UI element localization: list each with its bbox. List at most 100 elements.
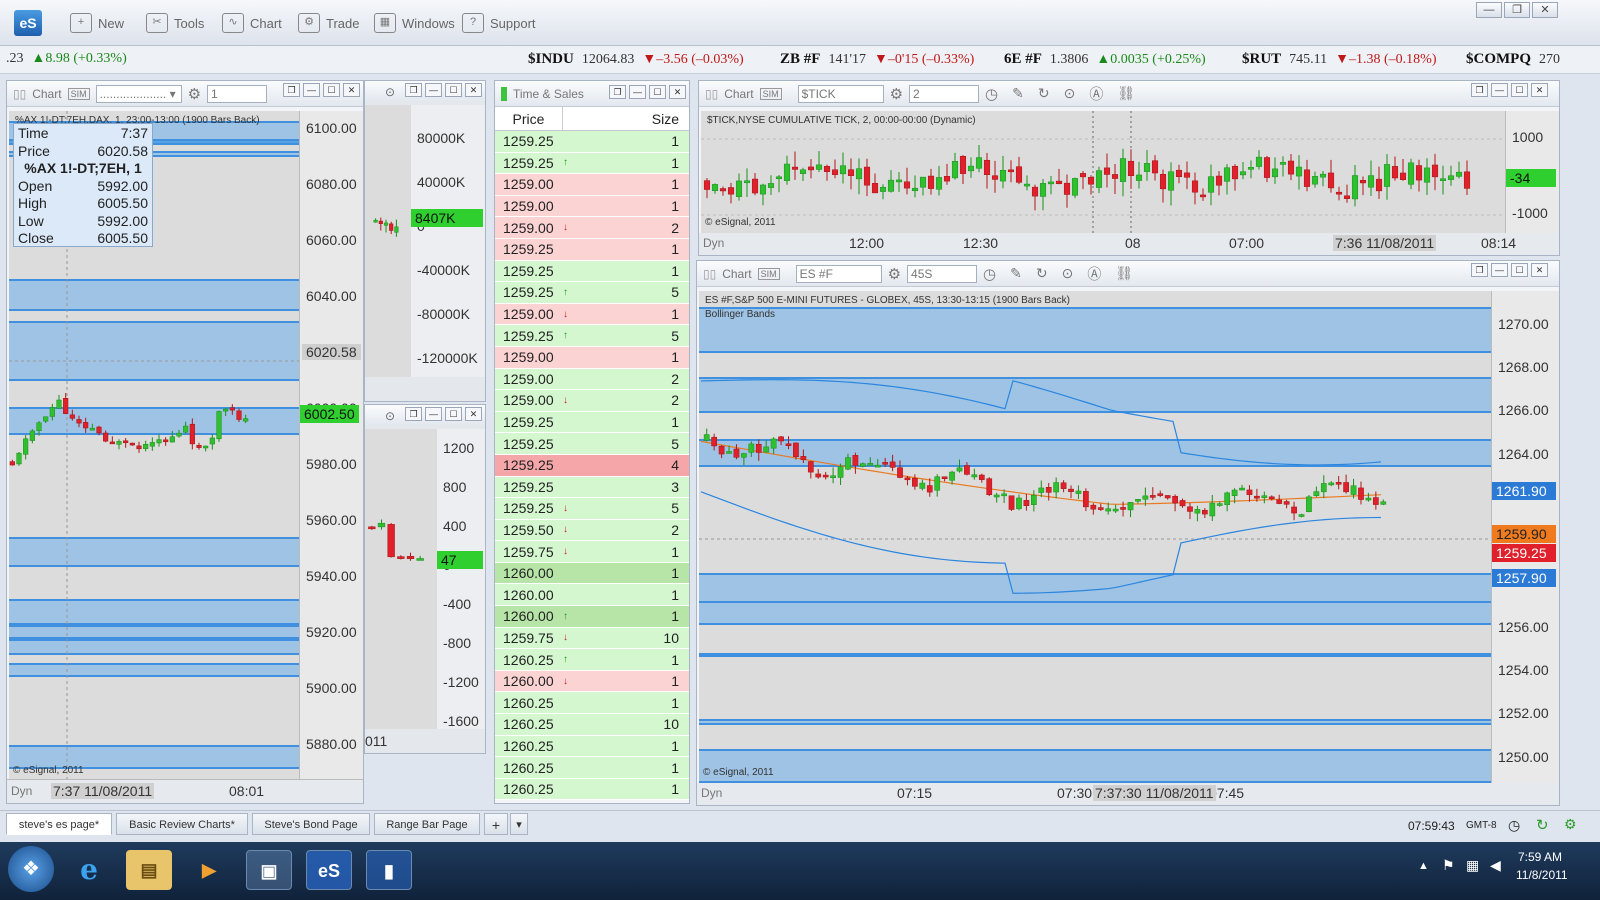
ticker-item[interactable]: $INDU 12064.83 ▼–3.56 (–0.03%) (528, 51, 744, 68)
esignal-task-icon[interactable]: eS (306, 850, 352, 890)
play-icon[interactable]: ⊙ (1064, 85, 1076, 102)
dax-price-plot[interactable]: %AX 1!-DT;7EH,DAX, 1, 23:00-13:00 (1900 … (9, 111, 299, 779)
ts-row[interactable]: 1259.25 4 (495, 454, 689, 477)
ts-row[interactable]: 1260.25 ↑ 1 (495, 649, 689, 671)
ts-row[interactable]: 1260.00 1 (495, 562, 689, 585)
page-dropdown-button[interactable]: ▾ (510, 813, 528, 835)
play-icon[interactable]: ⊙ (1062, 265, 1074, 282)
tick-indicator-plot[interactable] (365, 429, 437, 729)
ticker-item[interactable]: $RUT 745.11 ▼–1.38 (–0.18%) (1242, 51, 1437, 68)
price-column-header[interactable]: Price (495, 107, 563, 130)
link-button[interactable]: ❐ (1471, 83, 1488, 97)
text-tool-icon[interactable]: Ⓐ (1087, 264, 1101, 284)
link-tool-icon[interactable]: ⛓ (1115, 265, 1133, 282)
symbol-field[interactable]: .................... ▾ (95, 84, 182, 103)
text-tool-icon[interactable]: Ⓐ (1089, 84, 1103, 104)
symbol-field[interactable]: $TICK (797, 84, 884, 103)
internet-explorer-icon[interactable]: e (66, 850, 112, 890)
ts-row[interactable]: 1259.25 3 (495, 476, 689, 499)
replay-icon[interactable]: ⊙ (385, 409, 395, 423)
ts-row[interactable]: 1259.75 ↓ 10 (495, 627, 689, 650)
refresh-icon[interactable]: ↻ (1536, 816, 1549, 834)
interval-field[interactable]: 1 (207, 84, 268, 103)
remote-desktop-icon[interactable]: ▣ (246, 850, 292, 890)
panel-maximize-button[interactable]: ☐ (1511, 263, 1528, 277)
ts-row[interactable]: 1259.25 ↑ 5 (495, 282, 689, 304)
ts-row[interactable]: 1259.00 1 (495, 174, 689, 196)
es-price-axis[interactable]: 1270.00 1268.00 1266.00 1264.00 1256.00 1254.… (1491, 291, 1559, 783)
panel-close-button[interactable]: ✕ (1531, 263, 1548, 277)
page-tab[interactable]: steve's es page* (6, 813, 112, 835)
ts-row[interactable]: 1260.00 1 (495, 584, 689, 607)
page-tab[interactable]: Basic Review Charts* (116, 813, 248, 835)
ts-row[interactable]: 1259.75 ↓ 1 (495, 541, 689, 563)
start-button-icon[interactable]: ❖ (8, 846, 54, 892)
tick-link-button[interactable]: ❐ (405, 407, 422, 421)
minimize-button[interactable]: — (1476, 2, 1502, 18)
menu-tools[interactable]: ✂ Tools (146, 12, 204, 34)
panel-close-button[interactable]: ✕ (1531, 83, 1548, 97)
volume-maximize-button[interactable]: ☐ (445, 83, 462, 97)
tray-expand-icon[interactable]: ▲ (1418, 860, 1429, 872)
curve-icon[interactable]: ↻ (1038, 85, 1050, 102)
ts-row[interactable]: 1260.25 1 (495, 692, 689, 715)
ts-row[interactable]: 1259.25 1 (495, 131, 689, 153)
ts-row[interactable]: 1259.25 ↓ 5 (495, 498, 689, 520)
network-icon[interactable]: ▦ (1466, 857, 1479, 874)
ts-row[interactable]: 1259.00 ↓ 1 (495, 303, 689, 326)
ts-row[interactable]: 1259.25 ↑ 1 (495, 152, 689, 175)
ts-row[interactable]: 1259.25 1 (495, 238, 689, 261)
clock-icon[interactable]: ◷ (985, 85, 998, 103)
menu-windows[interactable]: ▦ Windows (374, 12, 455, 34)
es-price-plot[interactable]: ES #F,S&P 500 E-MINI FUTURES - GLOBEX, 4… (699, 291, 1491, 783)
ts-row[interactable]: 1260.25 1 (495, 735, 689, 758)
connection-icon[interactable]: ⚙ (1564, 816, 1577, 833)
curve-icon[interactable]: ↻ (1036, 265, 1048, 282)
esignal-logo[interactable]: eS (14, 10, 42, 36)
ts-row[interactable]: 1259.25 5 (495, 433, 689, 455)
ticker-item[interactable]: 6E #F 1.3806 ▲0.0035 (+0.25%) (1004, 51, 1206, 68)
interval-field[interactable]: 2 (909, 84, 980, 103)
volume-icon[interactable]: ◀ (1490, 857, 1501, 874)
ts-row[interactable]: 1259.00 2 (495, 368, 689, 391)
folder-icon[interactable]: ▤ (126, 850, 172, 890)
chart-app-icon[interactable]: ▮ (366, 850, 412, 890)
interval-field[interactable]: 45S (907, 264, 978, 283)
panel-close-button[interactable]: ✕ (343, 83, 360, 97)
ts-row[interactable]: 1259.00 ↓ 2 (495, 217, 689, 239)
clock-icon[interactable]: ◷ (1508, 817, 1520, 834)
page-tab[interactable]: Range Bar Page (374, 813, 480, 835)
menu-support[interactable]: ? Support (462, 12, 536, 34)
add-page-button[interactable]: + (484, 813, 508, 835)
settings-icon[interactable]: ⚙ (188, 85, 201, 103)
volume-minimize-button[interactable]: — (425, 83, 442, 97)
panel-maximize-button[interactable]: ☐ (1511, 83, 1528, 97)
menu-trade[interactable]: ⚙ Trade (298, 12, 359, 34)
tick-close-button[interactable]: ✕ (465, 407, 482, 421)
restore-button[interactable]: ❐ (1504, 2, 1530, 18)
tick-maximize-button[interactable]: ☐ (445, 407, 462, 421)
panel-minimize-button[interactable]: — (1491, 83, 1508, 97)
size-column-header[interactable]: Size (563, 107, 689, 130)
dax-price-axis[interactable]: 6100.006080.006060.006040.006020.586000.… (299, 111, 363, 779)
pencil-icon[interactable]: ✎ (1010, 265, 1022, 282)
ts-row[interactable]: 1260.25 1 (495, 778, 689, 801)
ts-row[interactable]: 1259.00 ↓ 2 (495, 390, 689, 412)
ts-row[interactable]: 1259.00 1 (495, 195, 689, 218)
volume-close-button[interactable]: ✕ (465, 83, 482, 97)
link-button[interactable]: ❐ (283, 83, 300, 97)
volume-plot[interactable] (365, 105, 411, 377)
symbol-field[interactable]: ES #F (795, 264, 882, 283)
pencil-icon[interactable]: ✎ (1012, 85, 1024, 102)
ts-close-button[interactable]: ✕ (669, 85, 686, 99)
ts-row[interactable]: 1260.00 ↓ 1 (495, 670, 689, 693)
panel-minimize-button[interactable]: — (303, 83, 320, 97)
ticker-item[interactable]: .23 ▲8.98 (+0.33%) (6, 51, 127, 67)
link-button[interactable]: ❐ (1471, 263, 1488, 277)
ts-row[interactable]: 1260.25 1 (495, 757, 689, 779)
menu-new[interactable]: + New (70, 12, 124, 34)
ts-row[interactable]: 1259.25 ↑ 5 (495, 325, 689, 347)
ts-row[interactable]: 1260.25 10 (495, 714, 689, 736)
tick-plot[interactable]: $TICK,NYSE CUMULATIVE TICK, 2, 00:00-00:… (701, 111, 1505, 233)
clock-icon[interactable]: ◷ (983, 265, 996, 283)
